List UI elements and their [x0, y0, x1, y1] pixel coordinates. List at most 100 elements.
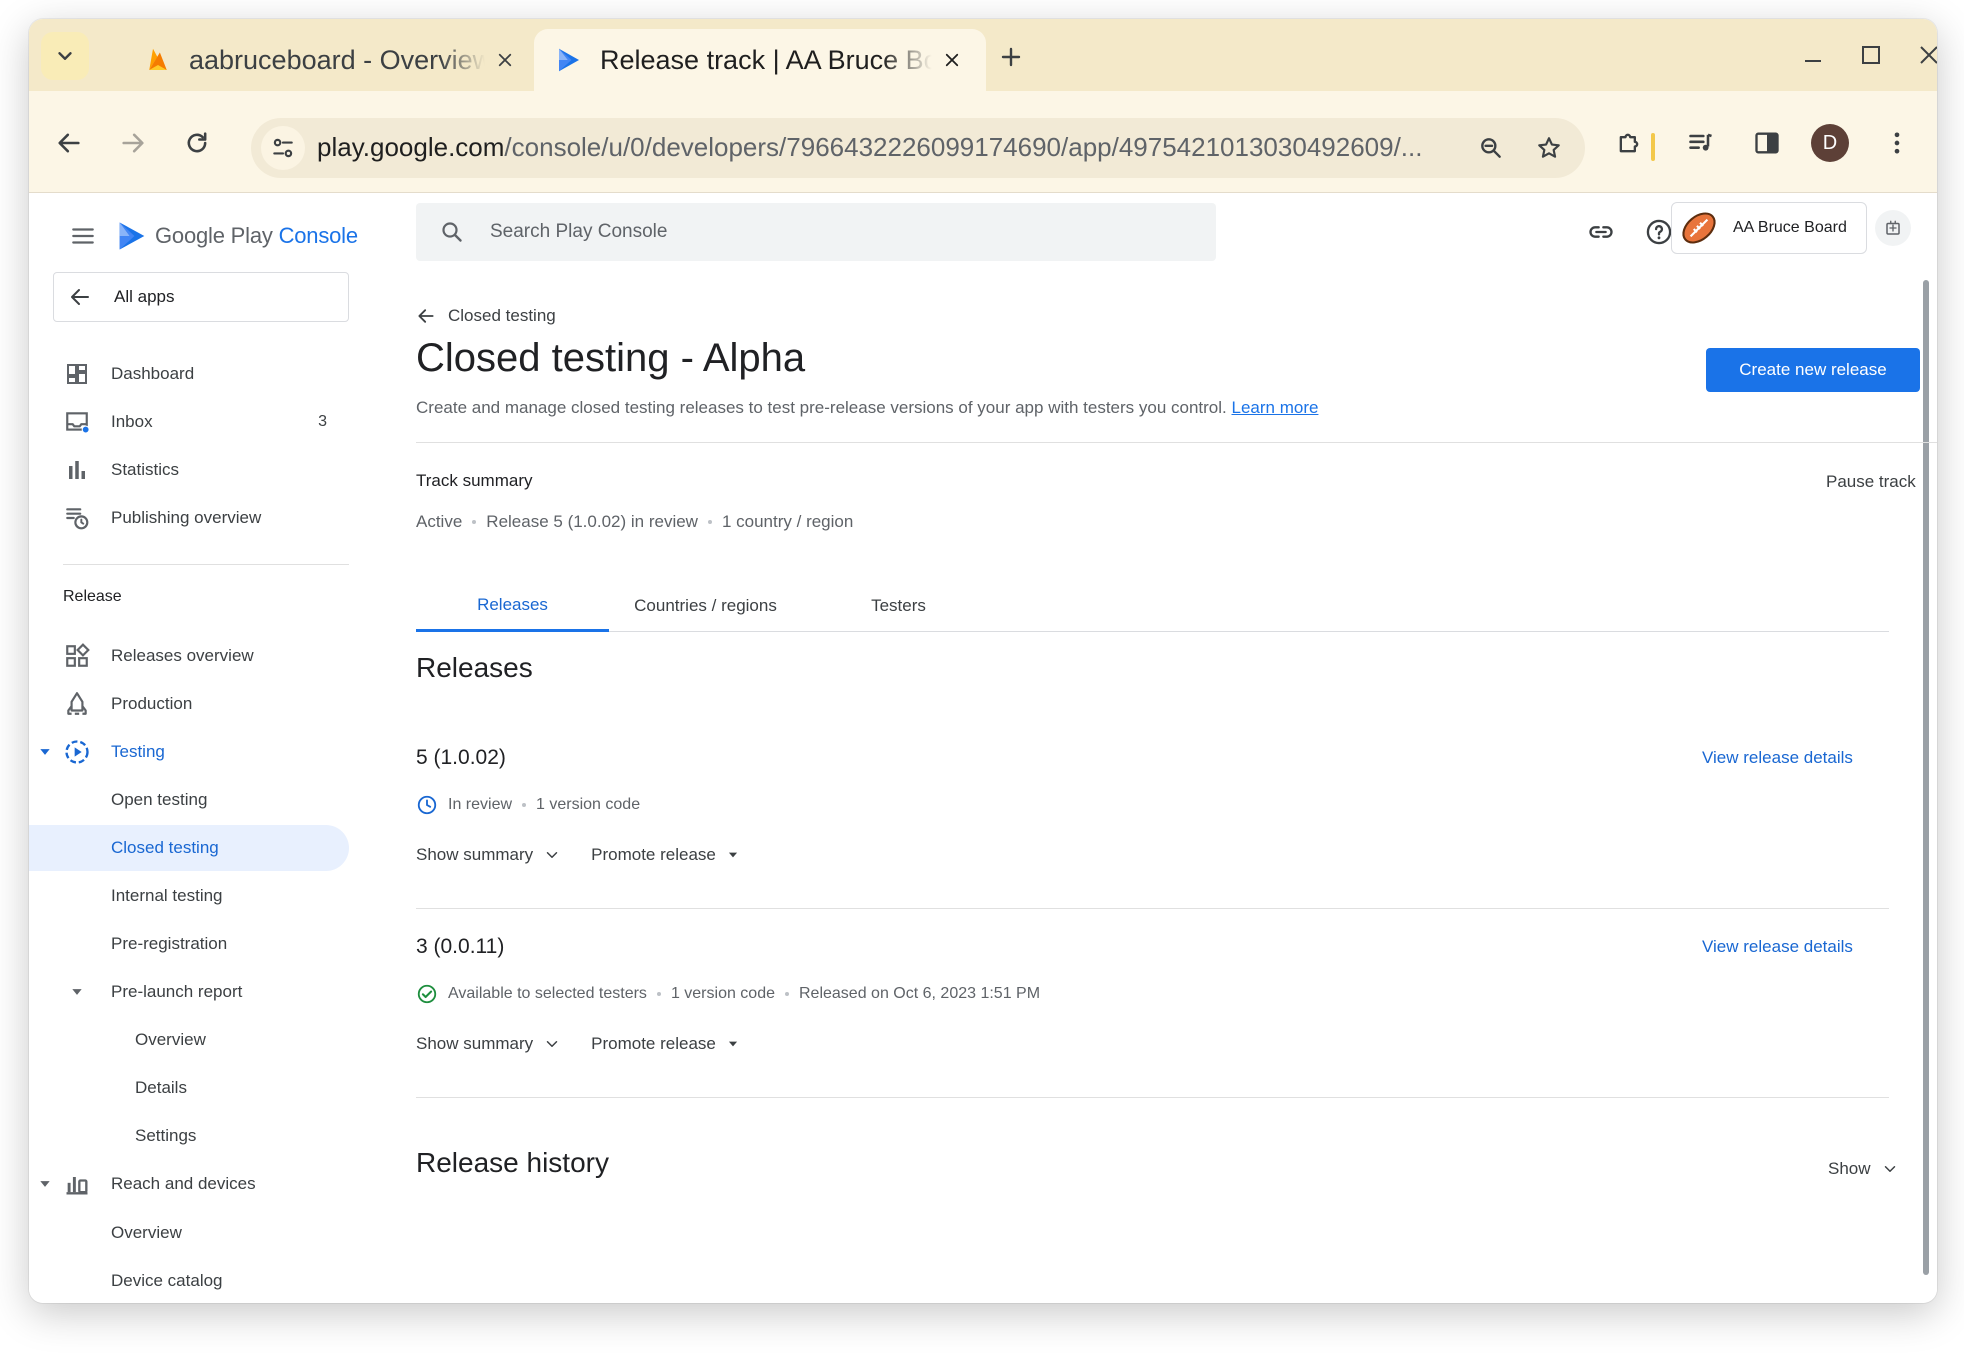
back-button[interactable]	[47, 121, 91, 165]
all-apps-button[interactable]: All apps	[53, 272, 349, 322]
create-new-release-button[interactable]: Create new release	[1706, 348, 1920, 392]
view-release-details-link[interactable]: View release details	[1702, 937, 1853, 957]
sidebar-item-label: Releases overview	[111, 646, 254, 665]
sidebar-item-label: Production	[111, 694, 193, 713]
back-to-closed-testing-link[interactable]: Closed testing	[416, 306, 556, 326]
promote-release-button[interactable]: Promote release	[591, 845, 740, 865]
arrow-left-icon	[68, 285, 96, 309]
caret-down-icon	[728, 1041, 737, 1047]
sidebar-item-statistics[interactable]: Statistics	[29, 447, 349, 493]
sidebar-item-label: Pre-registration	[111, 934, 228, 953]
sidebar-item-label: Overview	[135, 1030, 206, 1049]
browser-window: aabruceboard - Overview Release track | …	[29, 19, 1937, 1303]
profile-avatar[interactable]: D	[1811, 124, 1849, 162]
show-summary-button[interactable]: Show summary	[416, 1034, 561, 1054]
separator-dot	[707, 520, 712, 524]
page-tabs: Releases Countries / regions Testers	[416, 580, 1889, 632]
maximize-button[interactable]	[1849, 35, 1893, 75]
brand-name[interactable]: Google Play Console	[155, 223, 358, 249]
sidebar-item-closed-testing[interactable]: Closed testing	[29, 825, 349, 871]
address-bar[interactable]: play.google.com/console/u/0/developers/7…	[251, 118, 1585, 178]
tab-testers[interactable]: Testers	[802, 580, 995, 632]
site-info-button[interactable]	[261, 126, 305, 170]
show-release-history-button[interactable]: Show	[1828, 1159, 1899, 1179]
sidebar: Google Play Console All apps Dashboard I…	[29, 194, 359, 1303]
tab-strip: aabruceboard - Overview Release track | …	[29, 19, 1937, 91]
sidebar-section-release: Release	[63, 588, 122, 605]
reload-button[interactable]	[175, 121, 219, 165]
sidebar-item-device-catalog[interactable]: Device catalog	[29, 1258, 349, 1303]
sidebar-item-open-testing[interactable]: Open testing	[29, 777, 349, 823]
inbox-icon	[63, 408, 91, 436]
tab-releases[interactable]: Releases	[416, 580, 609, 632]
sidebar-item-label: Statistics	[111, 460, 180, 479]
caret-down-icon[interactable]	[37, 1176, 53, 1192]
main-content: Closed testing Closed testing - Alpha Cr…	[416, 194, 1937, 1303]
sidebar-item-label: Internal testing	[111, 886, 223, 905]
sidebar-item-plr-overview[interactable]: Overview	[29, 1017, 349, 1063]
hamburger-button[interactable]	[63, 216, 103, 256]
side-panel-button[interactable]	[1745, 121, 1789, 165]
zoom-button[interactable]	[1469, 126, 1513, 170]
release-meta: Available to selected testers 1 version …	[416, 983, 1040, 1005]
close-icon[interactable]	[932, 40, 972, 80]
sidebar-item-plr-settings[interactable]: Settings	[29, 1113, 349, 1159]
caret-down-icon[interactable]	[69, 984, 85, 1000]
sidebar-item-inbox[interactable]: Inbox 3	[29, 399, 349, 445]
show-summary-label: Show summary	[416, 845, 534, 864]
show-summary-button[interactable]: Show summary	[416, 845, 561, 865]
play-console-icon	[559, 48, 579, 72]
tab-title: Release track | AA Bruce Board	[600, 44, 932, 75]
window-close-button[interactable]	[1907, 35, 1937, 75]
sidebar-item-label: Closed testing	[111, 838, 219, 857]
brand-console: Console	[278, 223, 359, 248]
zoom-icon	[1481, 138, 1501, 158]
tab-search-button[interactable]	[41, 32, 89, 80]
learn-more-link[interactable]: Learn more	[1232, 398, 1319, 417]
tab-countries-regions[interactable]: Countries / regions	[609, 580, 802, 632]
release-status: Available to selected testers	[448, 985, 647, 1002]
tune-icon	[273, 138, 293, 158]
browser-tab-release-track[interactable]: Release track | AA Bruce Board	[534, 29, 986, 91]
sidebar-item-pre-launch-report[interactable]: Pre-launch report	[29, 969, 349, 1015]
browser-tab-firebase[interactable]: aabruceboard - Overview	[109, 29, 539, 91]
release-actions: Show summary Promote release	[416, 845, 770, 865]
view-release-details-link[interactable]: View release details	[1702, 748, 1853, 768]
sidebar-item-rd-overview[interactable]: Overview	[29, 1210, 349, 1256]
track-summary-title: Track summary	[416, 471, 533, 490]
pause-track-button[interactable]: Pause track	[1826, 472, 1916, 492]
back-link-label: Closed testing	[448, 306, 556, 325]
sidebar-item-publishing-overview[interactable]: Publishing overview	[29, 495, 349, 541]
sidebar-item-reach-and-devices[interactable]: Reach and devices	[29, 1161, 349, 1207]
close-icon[interactable]	[485, 40, 525, 80]
sidebar-item-pre-registration[interactable]: Pre-registration	[29, 921, 349, 967]
track-countries: 1 country / region	[721, 512, 854, 531]
sidebar-item-dashboard[interactable]: Dashboard	[29, 351, 349, 397]
extensions-button[interactable]	[1607, 121, 1651, 165]
page-scrollbar[interactable]	[1923, 280, 1929, 1275]
sidebar-item-plr-details[interactable]: Details	[29, 1065, 349, 1111]
sidebar-item-releases-overview[interactable]: Releases overview	[29, 633, 349, 679]
dashboard-icon	[63, 360, 91, 388]
description-text: Create and manage closed testing release…	[416, 398, 1227, 417]
sidebar-item-internal-testing[interactable]: Internal testing	[29, 873, 349, 919]
url-host: play.google.com	[317, 132, 505, 162]
new-tab-button[interactable]	[991, 37, 1031, 77]
sidebar-item-production[interactable]: Production	[29, 681, 349, 727]
url-path: /console/u/0/developers/7966432226099174…	[504, 132, 1423, 162]
browser-menu-button[interactable]	[1875, 121, 1919, 165]
minimize-button[interactable]	[1791, 35, 1835, 75]
menu-icon	[72, 228, 94, 244]
check-circle-icon	[416, 983, 438, 1005]
sidebar-item-label: Pre-launch report	[111, 982, 243, 1001]
url-text[interactable]: play.google.com/console/u/0/developers/7…	[317, 132, 1427, 163]
bookmark-button[interactable]	[1527, 126, 1571, 170]
promote-release-button[interactable]: Promote release	[591, 1034, 740, 1054]
forward-button[interactable]	[111, 121, 155, 165]
caret-down-icon[interactable]	[37, 744, 53, 760]
reach-devices-icon	[63, 1170, 91, 1198]
media-control-button[interactable]	[1679, 121, 1723, 165]
arrow-left-icon	[58, 133, 80, 153]
sidebar-item-testing[interactable]: Testing	[29, 729, 349, 775]
release-status: In review	[448, 796, 513, 813]
